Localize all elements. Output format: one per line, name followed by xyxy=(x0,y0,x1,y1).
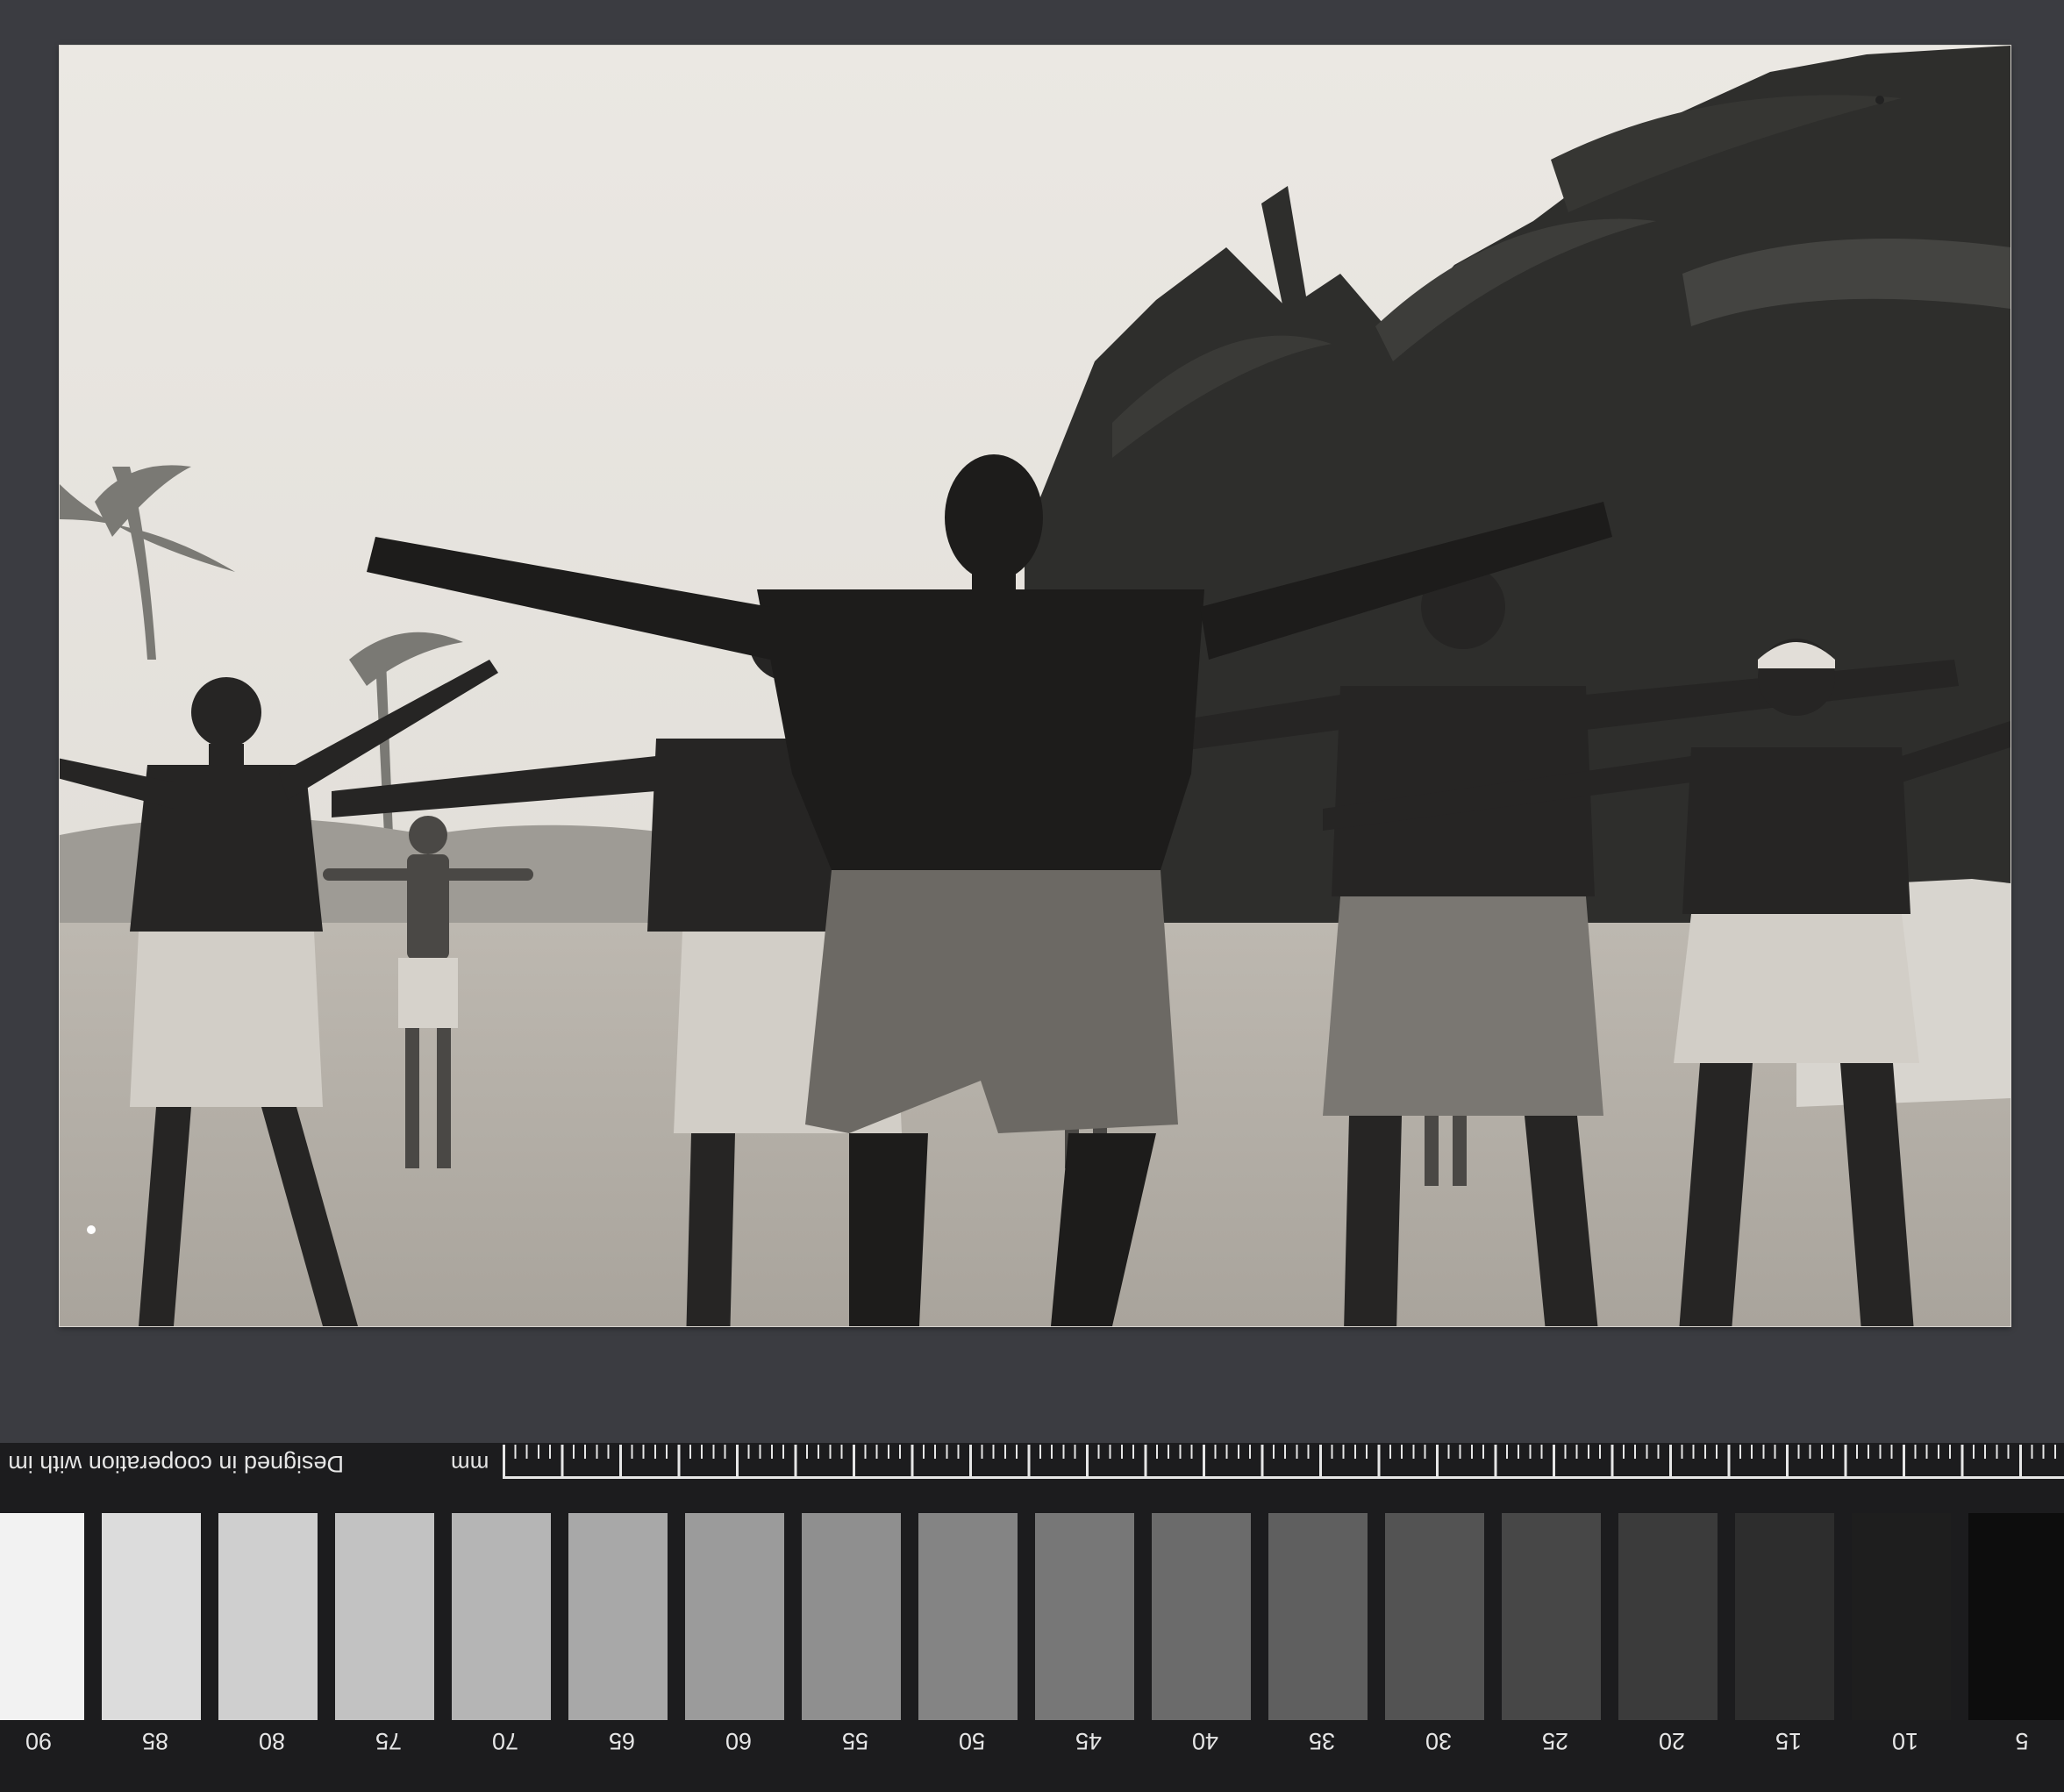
patch-number: 10 xyxy=(1891,1728,1919,1754)
gray-patch xyxy=(1735,1513,1834,1720)
patch-number: 80 xyxy=(258,1728,286,1754)
gray-patch xyxy=(1502,1513,1601,1720)
gray-patch xyxy=(1618,1513,1718,1720)
group-exercise-photo xyxy=(60,46,2010,1326)
gray-patch xyxy=(685,1513,784,1720)
gray-patches xyxy=(0,1513,2064,1720)
patch-number: 90 xyxy=(25,1728,53,1754)
gray-patch xyxy=(452,1513,551,1720)
patch-number: 25 xyxy=(1541,1728,1569,1754)
patch-number: 45 xyxy=(1075,1728,1103,1754)
gray-patch xyxy=(1385,1513,1484,1720)
patch-number: 60 xyxy=(725,1728,753,1754)
patch-number: 20 xyxy=(1658,1728,1686,1754)
patch-number: 40 xyxy=(1191,1728,1219,1754)
gray-patch xyxy=(1968,1513,2064,1720)
gray-patch xyxy=(0,1513,84,1720)
gray-patch xyxy=(568,1513,668,1720)
gray-patch xyxy=(1035,1513,1134,1720)
patch-number: 70 xyxy=(491,1728,519,1754)
target-credit-text: Designed in cooperation with im xyxy=(8,1451,344,1477)
gray-patch xyxy=(335,1513,434,1720)
patch-number: 5 xyxy=(2015,1728,2029,1754)
gray-patch xyxy=(218,1513,318,1720)
print-mark xyxy=(87,1225,96,1234)
gray-patch xyxy=(102,1513,201,1720)
gray-patch xyxy=(1268,1513,1368,1720)
color-target: Designed in cooperation with im mm 90 85 8… xyxy=(0,1443,2064,1792)
patch-number: 55 xyxy=(841,1728,869,1754)
patch-number: 75 xyxy=(375,1728,403,1754)
ruler-baseline xyxy=(503,1476,2064,1479)
ruler-unit-label: mm xyxy=(451,1451,489,1477)
photo-print xyxy=(60,46,2010,1326)
gray-patch xyxy=(1852,1513,1951,1720)
patch-number: 85 xyxy=(141,1728,169,1754)
gray-patch xyxy=(1152,1513,1251,1720)
print-mark xyxy=(1875,96,1884,104)
mm-ruler-major-ticks xyxy=(503,1445,2064,1476)
patch-number: 50 xyxy=(958,1728,986,1754)
patch-number: 30 xyxy=(1425,1728,1453,1754)
patch-number: 35 xyxy=(1308,1728,1336,1754)
gray-patch xyxy=(918,1513,1018,1720)
patch-number: 15 xyxy=(1775,1728,1803,1754)
gray-patch xyxy=(802,1513,901,1720)
patch-number: 65 xyxy=(608,1728,636,1754)
